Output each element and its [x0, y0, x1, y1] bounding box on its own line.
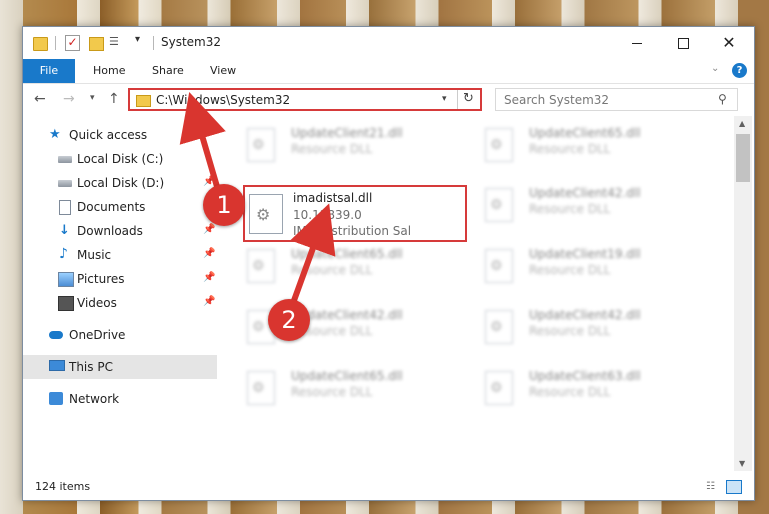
step-callout-2: 2 — [268, 299, 310, 341]
annotation-arrows — [179, 91, 336, 308]
arrow-to-address-bar — [179, 91, 226, 191]
step-callout-1: 1 — [203, 184, 245, 226]
arrow-to-file — [289, 203, 336, 308]
